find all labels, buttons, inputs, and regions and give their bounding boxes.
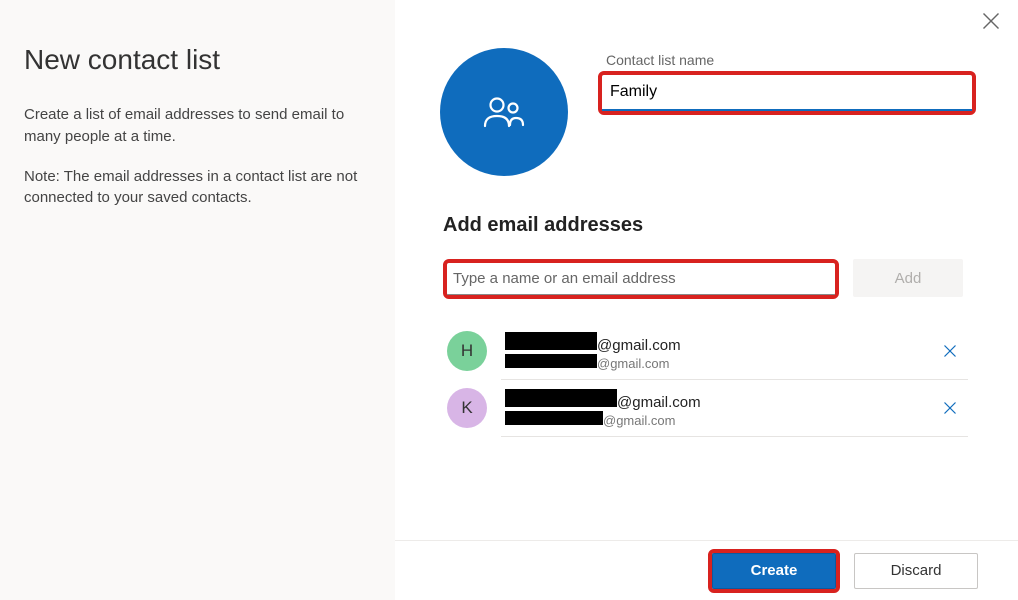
contact-email-domain-secondary: @gmail.com: [603, 413, 675, 428]
close-button[interactable]: [981, 11, 1001, 31]
avatar-initial: K: [447, 388, 487, 428]
add-email-input[interactable]: [447, 263, 835, 295]
divider: [501, 436, 968, 437]
contact-list-name-label: Contact list name: [606, 52, 976, 68]
contact-row: K @gmail.com @gmail.com: [443, 380, 968, 436]
redacted-name: [505, 354, 597, 368]
page-title: New contact list: [24, 44, 367, 76]
contact-email-domain: @gmail.com: [597, 337, 681, 354]
highlight-box-name: [598, 71, 976, 115]
remove-contact-button[interactable]: [936, 394, 964, 422]
info-paragraph-1: Create a list of email addresses to send…: [24, 104, 367, 148]
redacted-name: [505, 411, 603, 425]
close-icon: [981, 11, 1001, 31]
people-group-icon: [483, 95, 525, 129]
info-paragraph-2: Note: The email addresses in a contact l…: [24, 166, 367, 210]
redacted-name: [505, 389, 617, 407]
form-panel: Contact list name Add email addresses Ad…: [395, 0, 1018, 600]
add-email-heading: Add email addresses: [443, 214, 968, 237]
close-icon: [943, 344, 957, 358]
remove-contact-button[interactable]: [936, 337, 964, 365]
discard-button[interactable]: Discard: [854, 553, 978, 589]
contact-list-name-input[interactable]: [602, 75, 972, 111]
footer-bar: Create Discard: [395, 540, 1018, 600]
close-icon: [943, 401, 957, 415]
info-sidebar: New contact list Create a list of email …: [0, 0, 395, 600]
contact-email-domain-secondary: @gmail.com: [597, 356, 669, 371]
highlight-box-add-input: [443, 259, 839, 299]
create-button[interactable]: Create: [712, 553, 836, 589]
redacted-name: [505, 332, 597, 350]
contact-row: H @gmail.com @gmail.com: [443, 323, 968, 379]
avatar-initial: H: [447, 331, 487, 371]
add-button[interactable]: Add: [853, 259, 963, 297]
contact-email-domain: @gmail.com: [617, 394, 701, 411]
contact-list-avatar: [440, 48, 568, 176]
highlight-box-create: Create: [708, 549, 840, 593]
